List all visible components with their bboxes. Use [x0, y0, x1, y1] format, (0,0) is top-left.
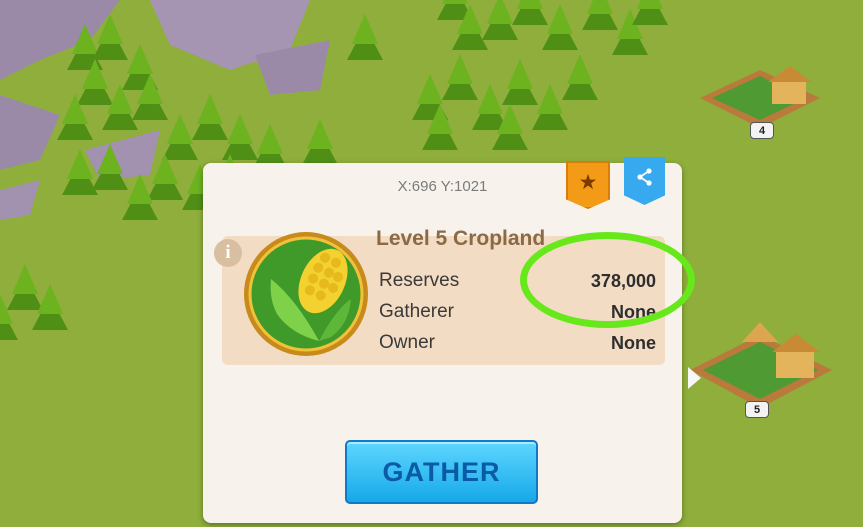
owner-label: Owner [379, 332, 435, 353]
owner-value: None [611, 333, 656, 353]
reserves-label: Reserves [379, 270, 460, 291]
share-icon [636, 168, 652, 186]
star-icon: ★ [578, 170, 598, 194]
farm-level-badge: 5 [745, 401, 769, 418]
gather-label: GATHER [382, 456, 501, 487]
highlight-circle [520, 232, 695, 328]
tile-coordinates[interactable]: X:696 Y:1021 [203, 178, 682, 195]
info-icon[interactable]: i [214, 239, 242, 267]
expand-arrow-icon[interactable] [688, 367, 701, 389]
gatherer-label: Gatherer [379, 301, 454, 322]
tile-info-popup: X:696 Y:1021 ★ i Level 5 Cropland Reserv… [203, 157, 695, 523]
gather-button[interactable]: GATHER [345, 440, 538, 504]
share-button[interactable] [624, 157, 665, 205]
tile-title: Level 5 Cropland [376, 227, 546, 250]
corn-icon [244, 232, 368, 356]
favorite-button[interactable]: ★ [566, 161, 610, 209]
farm-level-badge: 4 [750, 122, 774, 139]
